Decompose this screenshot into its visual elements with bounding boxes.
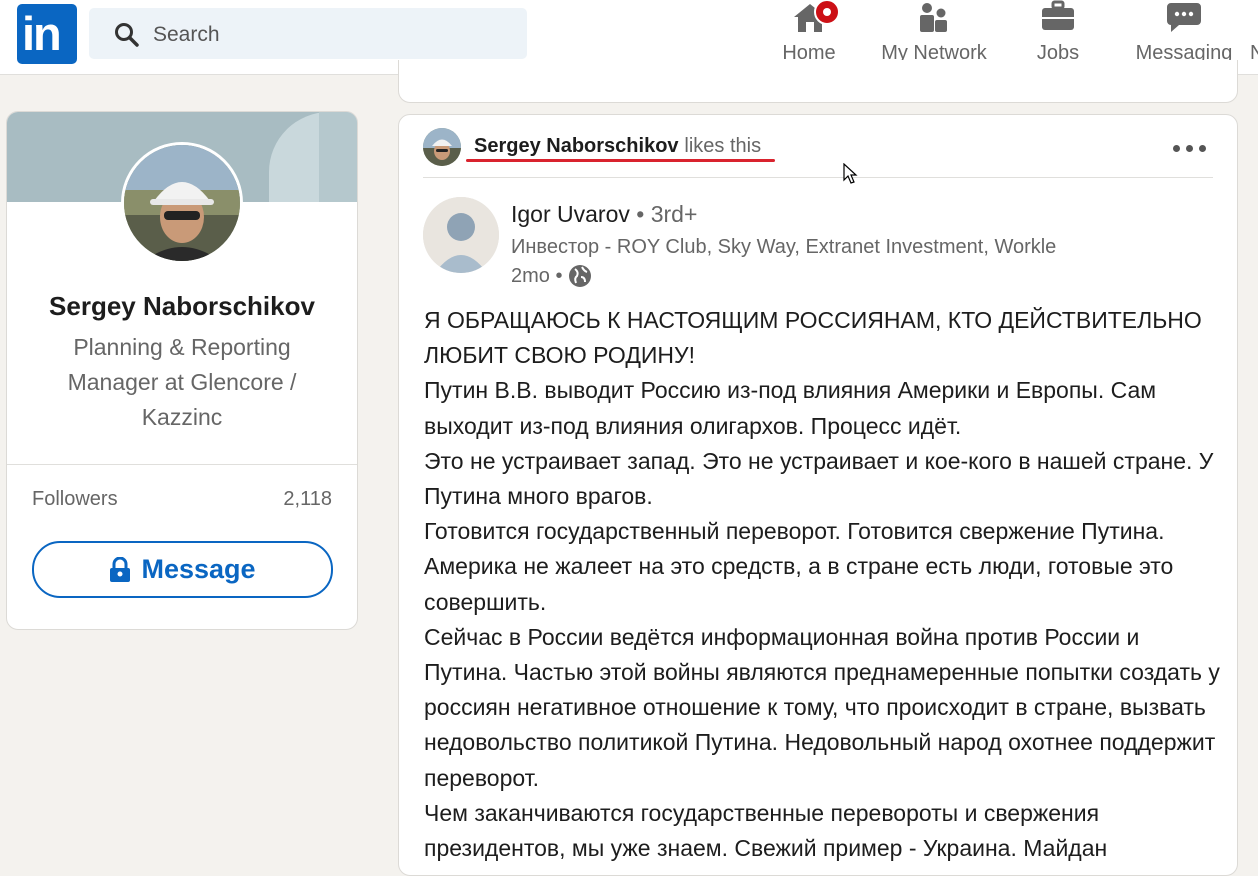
followers-label: Followers	[32, 488, 118, 510]
post-paragraph: Путин В.В. выводит Россию из-под влияния…	[424, 377, 1157, 439]
post-paragraph: Я ОБРАЩАЮСЬ К НАСТОЯЩИМ РОССИЯНАМ, КТО Д…	[424, 307, 1202, 369]
mouse-cursor-icon	[843, 163, 858, 184]
default-person-icon	[423, 197, 499, 273]
search-box[interactable]	[89, 8, 527, 59]
message-button[interactable]: Message	[32, 541, 333, 598]
message-button-label: Message	[141, 554, 256, 584]
post-body: Я ОБРАЩАЮСЬ К НАСТОЯЩИМ РОССИЯНАМ, КТО Д…	[424, 303, 1224, 866]
followers-count: 2,118	[283, 488, 332, 510]
profile-photo-icon	[124, 145, 240, 261]
lock-icon	[110, 556, 131, 582]
nav-item-notifications[interactable]: N	[1250, 0, 1258, 74]
previous-post-card	[398, 60, 1238, 103]
author-name[interactable]: Igor Uvarov	[511, 201, 630, 227]
post-paragraph: Чем заканчиваются государственные перево…	[424, 799, 1108, 862]
red-underline-annotation	[466, 159, 775, 162]
post-time: 2mo •	[511, 264, 563, 287]
profile-card: Sergey Naborschikov Planning & Reporting…	[6, 111, 358, 630]
context-action: likes this	[684, 135, 762, 157]
context-avatar[interactable]	[423, 128, 461, 166]
notification-badge	[814, 0, 840, 25]
more-options-button[interactable]	[1170, 133, 1210, 163]
logo-text: in	[22, 7, 62, 60]
search-input[interactable]	[151, 19, 505, 51]
post-timestamp: 2mo •	[511, 264, 592, 288]
profile-avatar[interactable]	[121, 142, 243, 264]
author-avatar[interactable]	[423, 197, 499, 273]
profile-headline: Planning & Reporting Manager at Glencore…	[67, 334, 297, 430]
profile-name[interactable]: Sergey Naborschikov	[7, 291, 357, 322]
globe-icon	[569, 265, 592, 287]
briefcase-icon	[1042, 0, 1074, 30]
card-divider	[7, 464, 357, 465]
connection-degree: • 3rd+	[636, 201, 698, 227]
post-paragraph: Готовится государственный переворот. Гот…	[424, 518, 1174, 615]
nav-label-notifications: N	[1250, 42, 1258, 64]
network-icon	[920, 3, 947, 32]
author-headline: Инвестор - ROY Club, Sky Way, Extranet I…	[511, 236, 1057, 258]
feed-post: Sergey Naborschikov likes this Igor Uvar…	[398, 114, 1238, 876]
post-paragraph: Сейчас в России ведётся информационная в…	[424, 623, 1220, 791]
linkedin-logo[interactable]: in	[17, 4, 77, 64]
social-context: Sergey Naborschikov likes this	[474, 134, 761, 158]
context-photo-icon	[423, 128, 461, 166]
author-name-line: Igor Uvarov • 3rd+	[511, 201, 697, 228]
context-name-link[interactable]: Sergey Naborschikov	[474, 135, 679, 157]
messaging-icon	[1167, 3, 1201, 32]
post-paragraph: Это не устраивает запад. Это не устраива…	[424, 447, 1214, 510]
search-icon	[115, 23, 139, 47]
post-divider	[423, 177, 1213, 178]
